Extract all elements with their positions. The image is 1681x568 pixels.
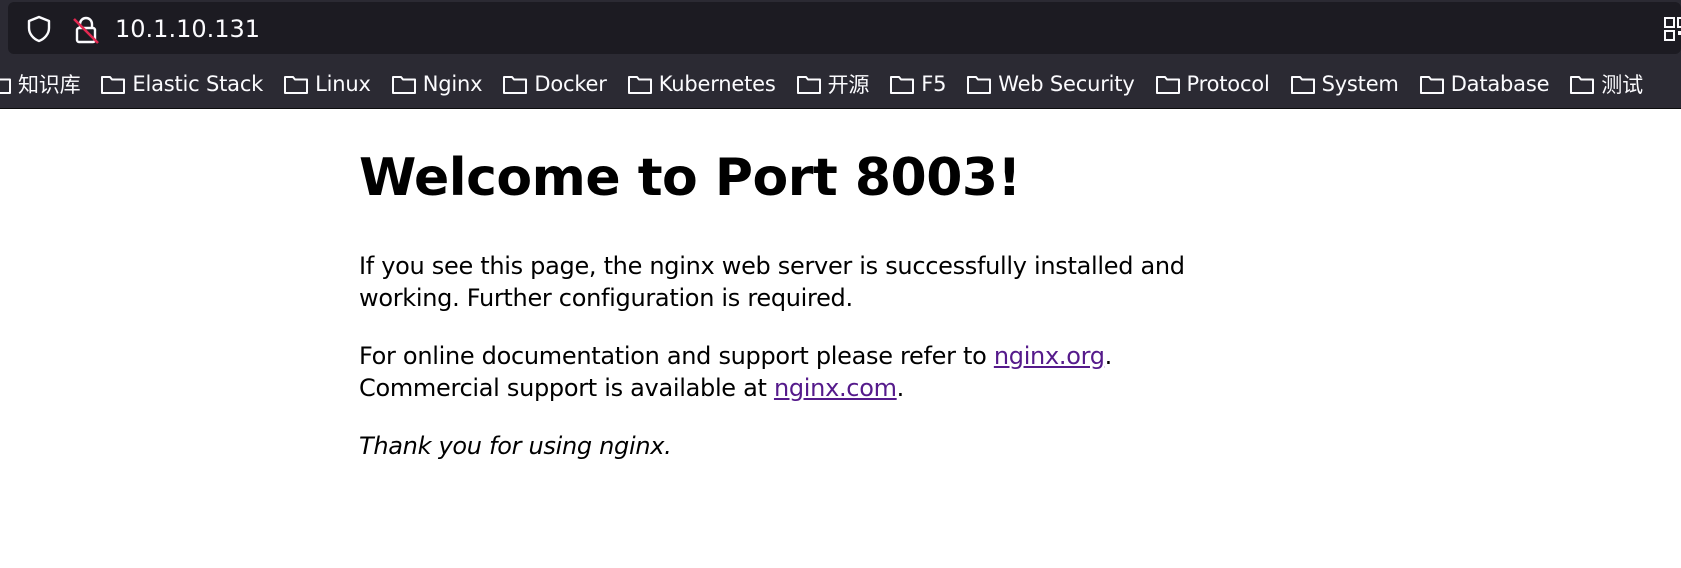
bookmark-folder-protocol[interactable]: Protocol (1155, 60, 1270, 108)
insecure-lock-icon[interactable] (70, 14, 102, 46)
bookmark-folder-database[interactable]: Database (1419, 60, 1550, 108)
folder-icon (627, 76, 652, 94)
page-title: Welcome to Port 8003! (359, 148, 1021, 208)
qr-code-icon[interactable] (1663, 16, 1681, 42)
bookmark-label: Linux (315, 72, 371, 96)
bookmark-folder-docker[interactable]: Docker (502, 60, 607, 108)
bookmark-label: 测试 (1601, 73, 1643, 97)
bookmark-label: 开源 (827, 73, 870, 97)
folder-icon (1419, 76, 1444, 94)
thank-you-text: Thank you for using nginx. (359, 432, 672, 460)
bookmark-label: Docker (534, 72, 607, 96)
bookmark-folder-testing[interactable]: 测试 (1569, 60, 1643, 108)
folder-icon (1155, 76, 1180, 94)
bookmark-folder-elastic-stack[interactable]: Elastic Stack (100, 60, 263, 108)
folder-icon (1570, 76, 1595, 94)
support-text: For online documentation and support ple… (359, 342, 994, 370)
bookmark-folder-knowledge-base[interactable]: 知识库 (0, 60, 81, 108)
bookmark-label: F5 (921, 72, 947, 96)
folder-icon (967, 76, 992, 94)
bookmark-label: 知识库 (18, 73, 81, 97)
bookmark-folder-web-security[interactable]: Web Security (966, 60, 1135, 108)
bookmark-label: Kubernetes (658, 72, 776, 96)
bookmark-label: System (1321, 72, 1399, 96)
toolbar: 10.1.10.131 (0, 0, 1681, 60)
support-paragraph: For online documentation and support ple… (359, 340, 1199, 404)
bookmark-label: Web Security (998, 72, 1135, 96)
bookmark-folder-system[interactable]: System (1290, 60, 1399, 108)
folder-icon (796, 76, 821, 94)
bookmark-label: Database (1450, 72, 1550, 96)
folder-icon (890, 76, 915, 94)
address-bar[interactable]: 10.1.10.131 (8, 2, 1681, 54)
browser-chrome: 10.1.10.131 知识库 Elastic Stack Linux Ngin… (0, 0, 1681, 109)
shield-icon[interactable] (24, 14, 54, 44)
folder-icon (503, 76, 528, 94)
folder-icon (284, 76, 309, 94)
page-content: Welcome to Port 8003! If you see this pa… (359, 108, 1199, 462)
bookmark-label: Elastic Stack (132, 72, 264, 96)
bookmark-folder-nginx[interactable]: Nginx (391, 60, 483, 108)
nginx-org-link[interactable]: nginx.org (994, 342, 1105, 370)
commercial-support-text: Commercial support is available at (359, 374, 774, 402)
folder-icon (0, 78, 11, 94)
bookmark-folder-f5[interactable]: F5 (889, 60, 946, 108)
bookmark-label: Nginx (422, 72, 483, 96)
folder-icon (391, 76, 416, 94)
bookmark-folder-kubernetes[interactable]: Kubernetes (627, 60, 776, 108)
bookmark-folder-open-source[interactable]: 开源 (796, 60, 870, 108)
support-text-period: . (1104, 342, 1113, 370)
bookmarks-toolbar: 知识库 Elastic Stack Linux Nginx Docker Kub… (0, 60, 1681, 109)
commercial-support-period: . (896, 374, 905, 402)
folder-icon (1290, 76, 1315, 94)
bookmark-label: Protocol (1186, 72, 1270, 96)
url-text[interactable]: 10.1.10.131 (115, 2, 260, 54)
nginx-com-link[interactable]: nginx.com (774, 374, 897, 402)
folder-icon (101, 76, 126, 94)
bookmark-folder-linux[interactable]: Linux (283, 60, 371, 108)
intro-paragraph: If you see this page, the nginx web serv… (359, 252, 1185, 312)
